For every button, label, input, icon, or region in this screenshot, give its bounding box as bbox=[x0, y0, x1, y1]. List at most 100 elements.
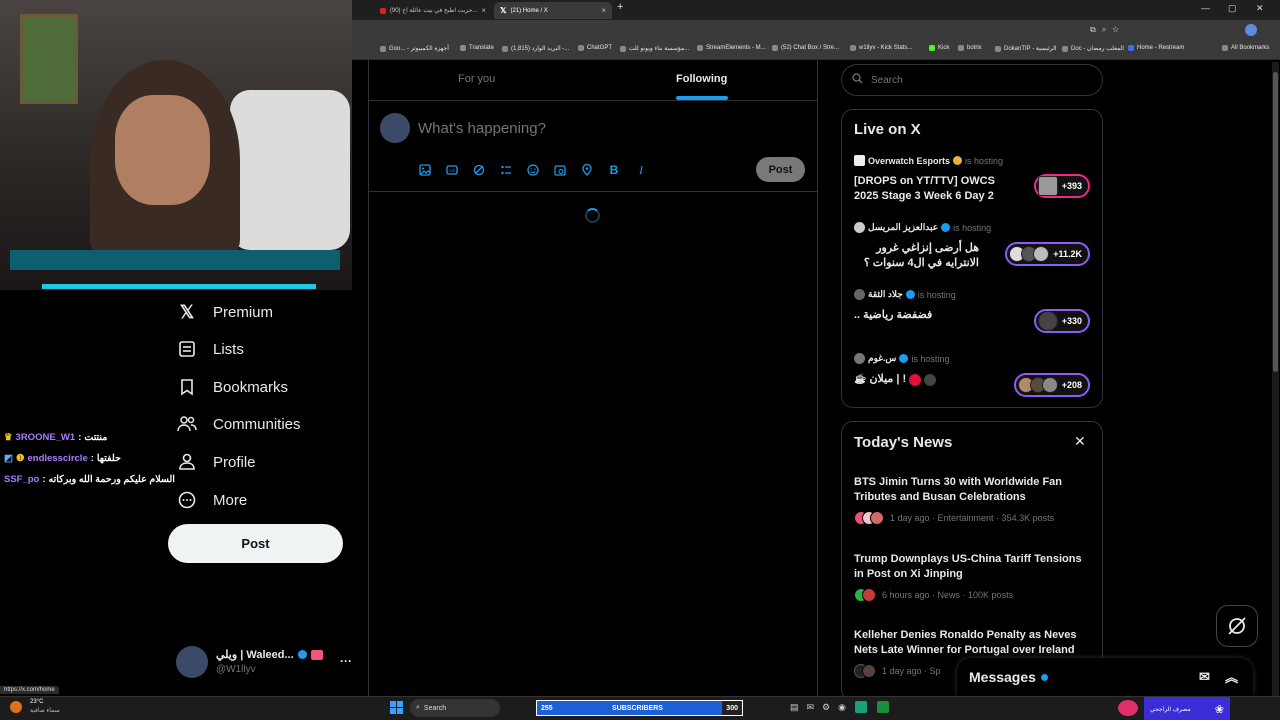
bookmark-item[interactable]: botrix bbox=[958, 45, 982, 51]
bookmark-item[interactable]: (52) Chat Box / Stre... bbox=[772, 45, 839, 51]
toolbar-icons[interactable]: ⧉⌕☆ bbox=[1090, 25, 1125, 35]
live-title-row[interactable]: ☕ ميلان | ! bbox=[854, 372, 937, 387]
news-item[interactable]: Trump Downplays US-China Tariff Tensions… bbox=[854, 552, 1094, 602]
messages-drawer[interactable]: Messages ✉ ︽ bbox=[957, 658, 1253, 696]
new-tab-button[interactable]: + bbox=[617, 1, 623, 13]
bookmark-icon bbox=[177, 377, 197, 397]
badge-icon: ◩ bbox=[4, 453, 13, 464]
scrollbar-thumb[interactable] bbox=[1273, 72, 1278, 372]
live-listeners-pill[interactable]: +330 bbox=[1033, 309, 1090, 333]
bookmark-item[interactable]: DokanTIP - الرئيسية bbox=[995, 45, 1057, 52]
tab-for-you[interactable]: For you bbox=[458, 73, 495, 85]
more-circle-icon bbox=[177, 490, 197, 510]
taskbar-app-icon[interactable] bbox=[855, 701, 867, 713]
italic-icon[interactable]: I bbox=[634, 163, 648, 177]
nav-label: Communities bbox=[213, 415, 301, 433]
nav-lists[interactable]: Lists bbox=[177, 339, 244, 359]
x-logo-icon: 𝕏 bbox=[179, 301, 195, 322]
browser-tab[interactable]: (90) جربت اطبخ في بيت عائلة اخ... × bbox=[374, 2, 492, 19]
nav-premium[interactable]: 𝕏 Premium bbox=[177, 302, 273, 322]
divider bbox=[368, 60, 369, 696]
image-icon[interactable] bbox=[418, 163, 432, 177]
browser-tab-active[interactable]: 𝕏 (21) Home / X × bbox=[494, 2, 612, 19]
grok-icon[interactable] bbox=[472, 163, 486, 177]
taskbar-app-icons[interactable]: ▤✉⚙◉ bbox=[790, 702, 854, 713]
nav-bookmarks[interactable]: Bookmarks bbox=[177, 377, 288, 397]
minimize-button[interactable]: — bbox=[1201, 3, 1210, 13]
search-icon bbox=[852, 73, 863, 87]
badge-icon bbox=[310, 649, 323, 660]
nav-label: Lists bbox=[213, 340, 244, 358]
post-button[interactable]: Post bbox=[168, 524, 343, 563]
profile-avatar[interactable] bbox=[1245, 24, 1257, 36]
live-listeners-pill[interactable]: +11.2K bbox=[1005, 242, 1090, 266]
bookmark-item[interactable]: w1llyv - Kick Stats... bbox=[850, 45, 912, 51]
nav-communities[interactable]: Communities bbox=[177, 414, 301, 434]
close-icon[interactable]: ✕ bbox=[1074, 433, 1086, 450]
bookmark-item[interactable]: Goo... - أجهزة الكمبيوتر bbox=[380, 45, 449, 52]
maximize-button[interactable]: ▢ bbox=[1228, 3, 1237, 14]
live-host[interactable]: س.غوم is hosting bbox=[854, 353, 949, 364]
bookmark-item[interactable]: Doc - المعلب رمضان bbox=[1062, 45, 1124, 52]
chat-message: ◩ ❶ endlesscircle : حلفتها bbox=[4, 453, 121, 464]
composer-post-button[interactable]: Post bbox=[756, 157, 805, 182]
chat-username: SSF_po bbox=[4, 474, 40, 485]
location-icon[interactable] bbox=[580, 163, 594, 177]
chevron-up-icon[interactable]: ︽ bbox=[1225, 667, 1238, 686]
avatar[interactable] bbox=[176, 646, 208, 678]
live-listeners-pill[interactable]: +208 bbox=[1013, 373, 1090, 397]
avatar[interactable] bbox=[380, 113, 410, 143]
scrollbar[interactable] bbox=[1272, 62, 1279, 696]
grok-button[interactable] bbox=[1216, 605, 1258, 647]
host-name: Overwatch Esports bbox=[868, 155, 951, 166]
poll-icon[interactable] bbox=[499, 163, 513, 177]
live-title[interactable]: [DROPS on YT/TTV] OWCS 2025 Stage 3 Week… bbox=[854, 174, 1014, 204]
close-tab-icon[interactable]: × bbox=[601, 6, 606, 15]
host-name: عبدالعزيز المريسل bbox=[868, 222, 939, 232]
news-headline: Trump Downplays US-China Tariff Tensions… bbox=[854, 553, 1082, 580]
divider bbox=[369, 100, 817, 101]
live-on-x-card: Live on X Overwatch Esports is hosting [… bbox=[841, 109, 1103, 408]
taskbar-app-icon[interactable] bbox=[1118, 700, 1138, 716]
nav-profile[interactable]: Profile bbox=[177, 452, 256, 472]
chat-text: منتتت bbox=[84, 432, 108, 443]
bookmark-item[interactable]: Kick bbox=[929, 45, 949, 51]
avatar bbox=[1037, 311, 1058, 331]
bookmark-item[interactable]: ChatGPT bbox=[578, 45, 612, 51]
windows-start-icon[interactable] bbox=[390, 701, 403, 714]
account-name-row: ويلي | Waleed... bbox=[216, 648, 323, 661]
emoji-icon[interactable] bbox=[526, 163, 540, 177]
live-title[interactable]: هل أرضى إنزاغي غرور الانترايه في ال4 سنو… bbox=[854, 241, 979, 271]
new-message-icon[interactable]: ✉ bbox=[1199, 669, 1210, 685]
live-host[interactable]: جلاد الثقة is hosting bbox=[854, 289, 956, 300]
close-tab-icon[interactable]: × bbox=[481, 6, 486, 15]
bookmark-item[interactable]: StreamElements - M... bbox=[697, 45, 766, 51]
live-title[interactable]: فضفضة رياضية .. bbox=[854, 308, 954, 323]
live-host[interactable]: Overwatch Esports is hosting bbox=[854, 155, 1003, 166]
all-bookmarks[interactable]: All Bookmarks bbox=[1222, 45, 1269, 51]
close-window-button[interactable]: ✕ bbox=[1256, 3, 1264, 14]
taskbar-app-icon[interactable] bbox=[877, 701, 889, 713]
composer-input[interactable]: What's happening? bbox=[418, 120, 546, 137]
bookmark-item[interactable]: Translate bbox=[460, 45, 494, 51]
bold-icon[interactable]: B bbox=[607, 163, 621, 177]
taskbar-search[interactable]: ⌕ Search bbox=[410, 699, 500, 717]
tab-following[interactable]: Following bbox=[676, 73, 727, 85]
live-host[interactable]: عبدالعزيز المريسل is hosting bbox=[854, 222, 991, 233]
gif-icon[interactable]: GIF bbox=[445, 163, 459, 177]
divider bbox=[817, 60, 818, 696]
search-input[interactable]: Search bbox=[841, 64, 1103, 96]
unread-dot bbox=[1040, 673, 1048, 681]
bookmark-item[interactable]: مؤسسة بناء ويونو للت... bbox=[620, 45, 689, 52]
more-options-icon[interactable]: ··· bbox=[340, 654, 352, 668]
avatar bbox=[854, 222, 865, 233]
weather-temp: 23°C bbox=[30, 699, 44, 705]
live-listeners-pill[interactable]: +393 bbox=[1033, 174, 1090, 198]
bookmark-item[interactable]: (1,815) البريد الوارد -... bbox=[502, 45, 569, 52]
news-item[interactable]: BTS Jimin Turns 30 with Worldwide Fan Tr… bbox=[854, 475, 1094, 525]
nav-more[interactable]: More bbox=[177, 490, 247, 510]
bookmark-item[interactable]: Home - Restream bbox=[1128, 45, 1184, 51]
weather-icon bbox=[10, 701, 22, 713]
schedule-icon[interactable] bbox=[553, 163, 567, 177]
svg-text:GIF: GIF bbox=[449, 168, 456, 173]
